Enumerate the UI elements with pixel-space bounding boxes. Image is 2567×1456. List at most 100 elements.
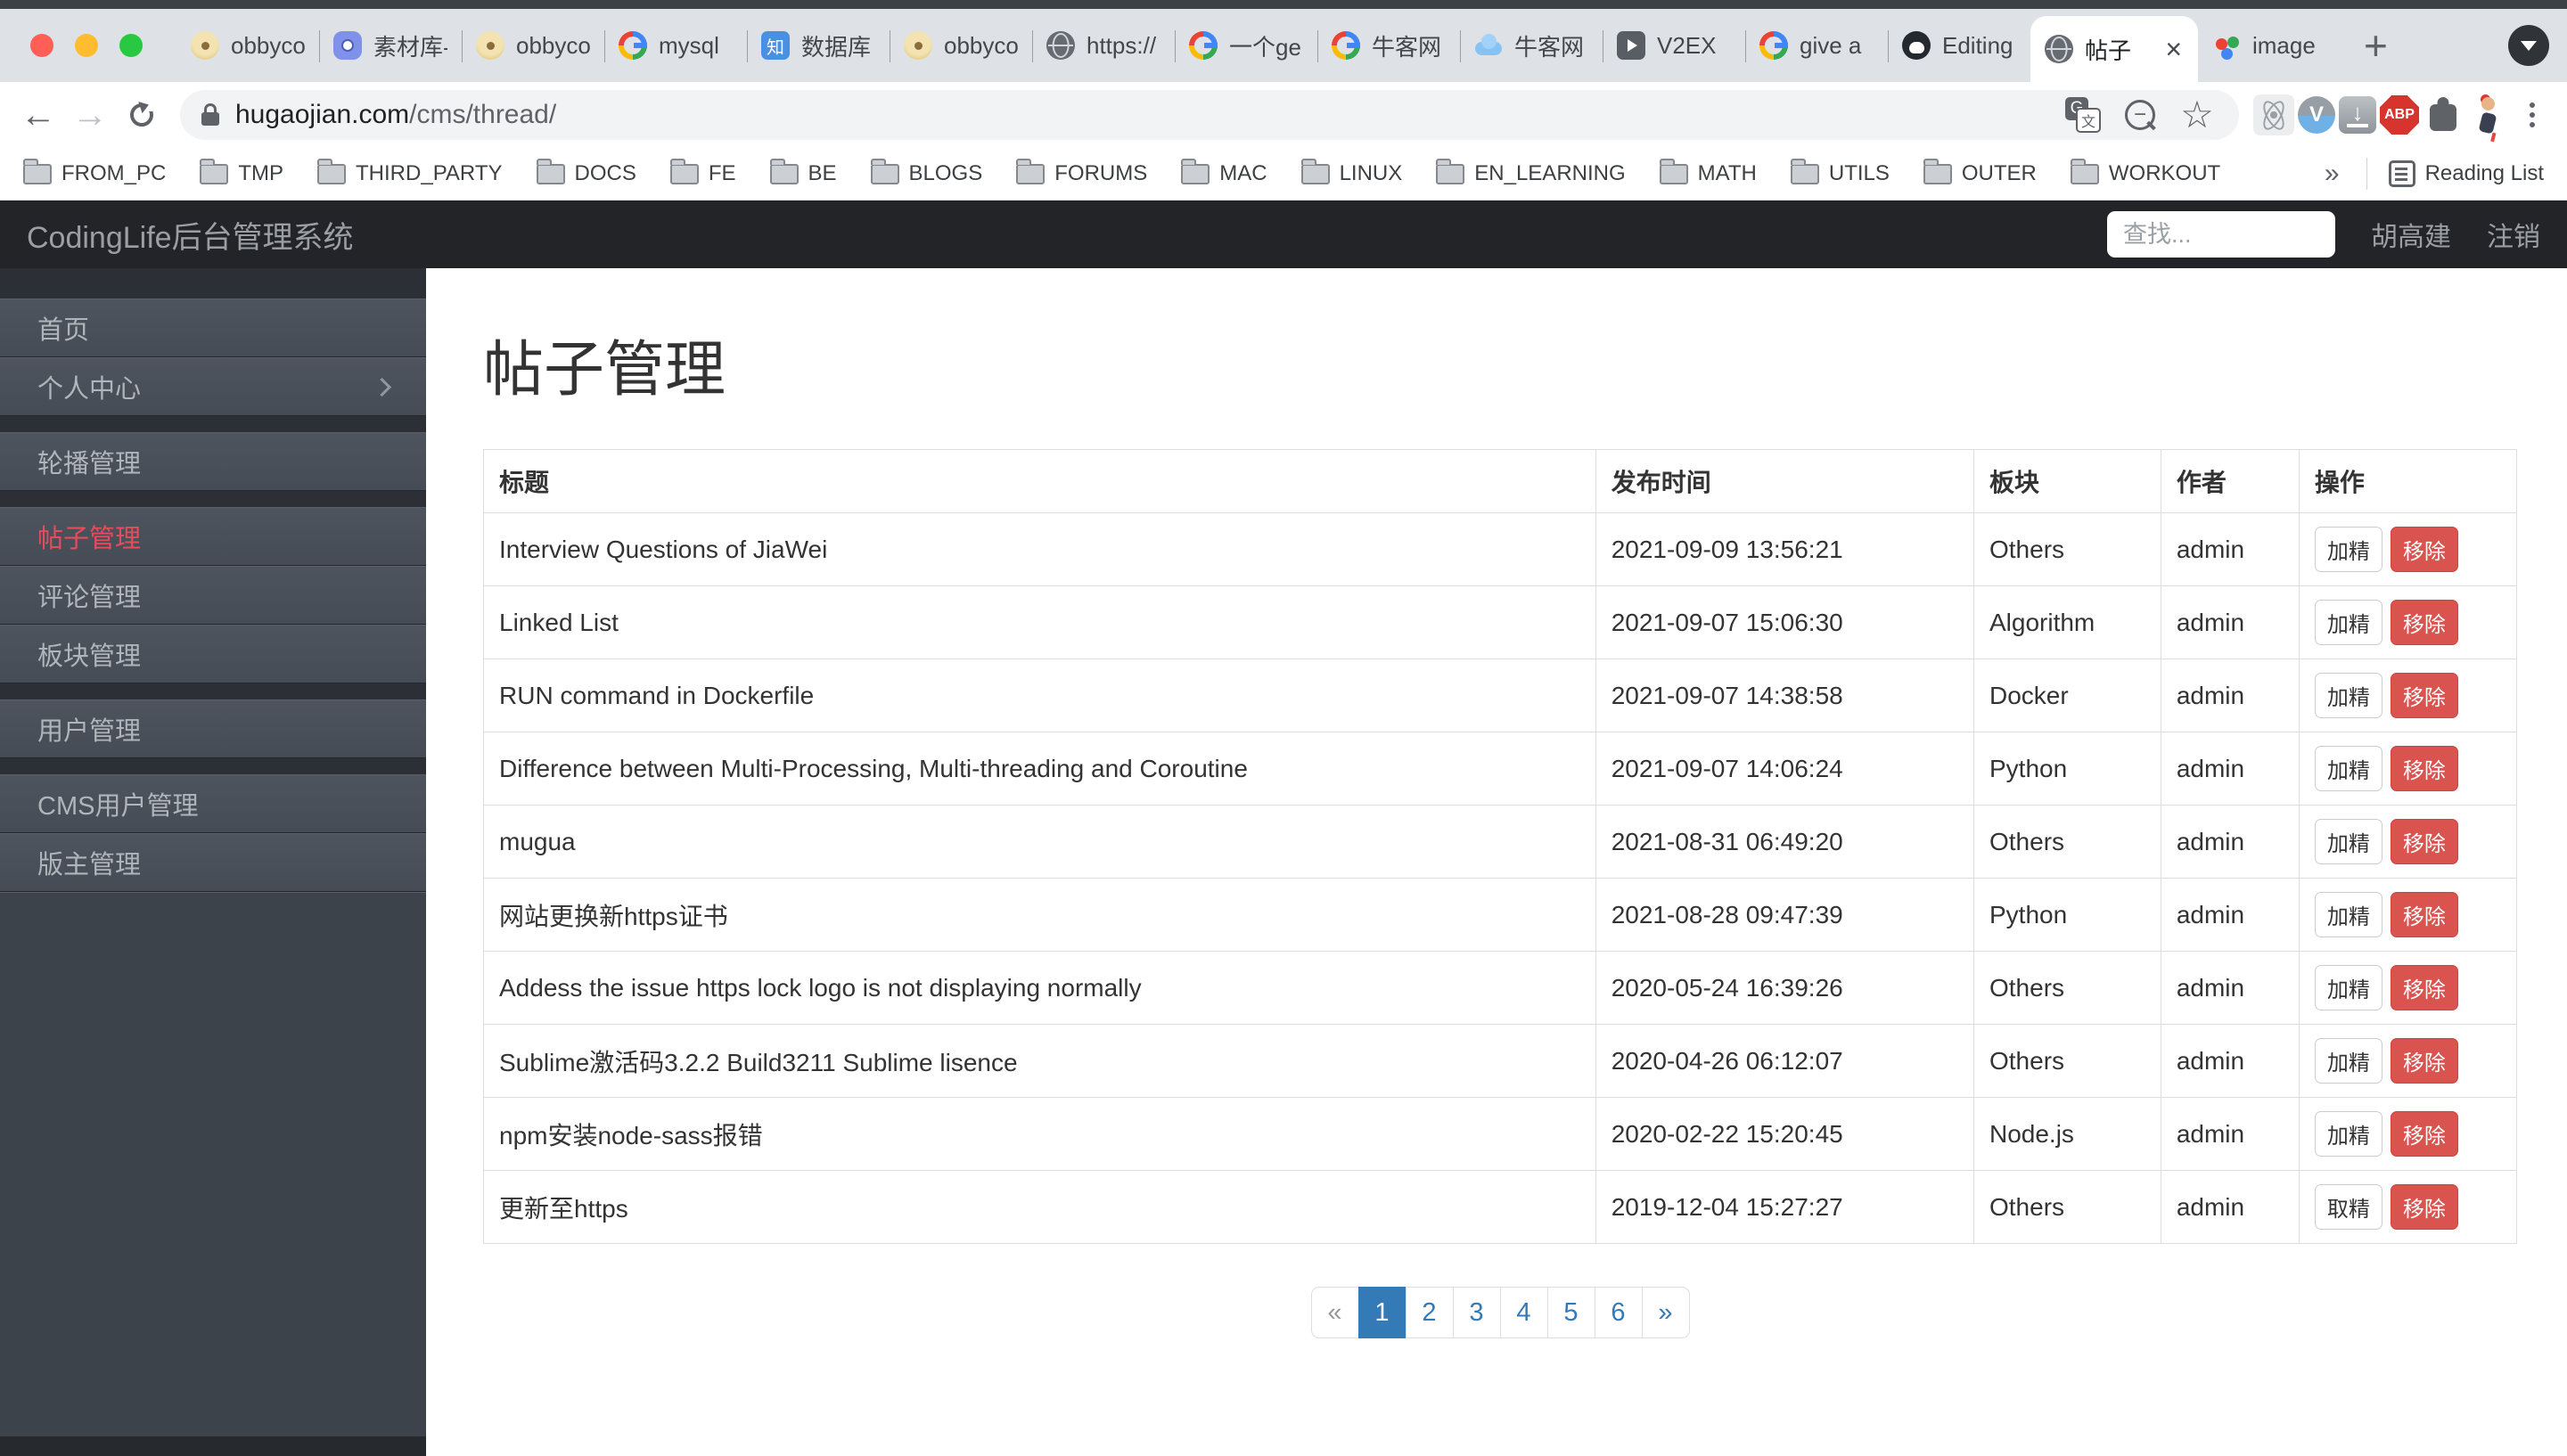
reading-list-button[interactable]: Reading List (2389, 160, 2544, 187)
browser-menu-icon[interactable] (2512, 94, 2553, 135)
sidebar-item[interactable]: 帖子管理 (0, 507, 426, 566)
page-prev[interactable]: « (1311, 1287, 1359, 1338)
tab-close-icon[interactable]: × (2163, 35, 2184, 63)
sidebar-item[interactable]: 首页 (0, 299, 426, 357)
browser-tab[interactable]: 帖子× (2030, 16, 2198, 82)
bookmark-folder[interactable]: BLOGS (871, 161, 983, 186)
v-extension-icon[interactable] (2298, 96, 2335, 134)
tab-search-icon[interactable] (2508, 25, 2549, 66)
remove-button[interactable]: 移除 (2391, 1184, 2458, 1230)
browser-tab[interactable]: Editing (1888, 9, 2030, 82)
feature-button[interactable]: 加精 (2315, 965, 2382, 1010)
window-maximize-button[interactable] (119, 34, 143, 57)
feature-button[interactable]: 加精 (2315, 1111, 2382, 1157)
sidebar-item[interactable]: 个人中心 (0, 357, 426, 416)
feature-button[interactable]: 加精 (2315, 819, 2382, 864)
navbar-search-input[interactable] (2107, 211, 2335, 258)
sidebar-item[interactable]: 用户管理 (0, 699, 426, 758)
sidebar-item[interactable]: 版主管理 (0, 833, 426, 892)
sidebar-item[interactable]: CMS用户管理 (0, 774, 426, 833)
remove-button[interactable]: 移除 (2391, 673, 2458, 718)
browser-tab[interactable]: 素材库- (319, 9, 462, 82)
remove-button[interactable]: 移除 (2391, 746, 2458, 791)
sidebar-item[interactable]: 板块管理 (0, 625, 426, 683)
google-icon (1189, 31, 1218, 60)
page-next[interactable]: » (1642, 1287, 1690, 1338)
remove-button[interactable]: 移除 (2391, 1111, 2458, 1157)
bookmark-folder[interactable]: WORKOUT (2071, 161, 2220, 186)
browser-tab[interactable]: 一个ge (1175, 9, 1317, 82)
reload-icon[interactable] (118, 91, 166, 139)
app-navbar-right: 胡高建 注销 (2107, 211, 2540, 258)
sidebar-item[interactable]: 轮播管理 (0, 432, 426, 491)
page-number[interactable]: 2 (1406, 1287, 1454, 1338)
cell-actions: 加精移除 (2299, 1098, 2516, 1171)
browser-tab[interactable]: 牛客网 (1460, 9, 1603, 82)
bookmark-folder[interactable]: DOCS (537, 161, 636, 186)
bookmark-folder[interactable]: BE (770, 161, 837, 186)
bookmark-folder[interactable]: MATH (1660, 161, 1757, 186)
feature-button[interactable]: 加精 (2315, 1038, 2382, 1084)
remove-button[interactable]: 移除 (2391, 819, 2458, 864)
browser-tab[interactable]: V2EX (1603, 9, 1745, 82)
translate-icon[interactable] (2063, 94, 2104, 135)
bookmark-folder[interactable]: LINUX (1301, 161, 1403, 186)
logout-link[interactable]: 注销 (2487, 215, 2540, 254)
page-number[interactable]: 1 (1358, 1287, 1407, 1338)
page-number[interactable]: 3 (1453, 1287, 1501, 1338)
bookmark-folder[interactable]: EN_LEARNING (1436, 161, 1625, 186)
browser-tab[interactable]: https:// (1032, 9, 1175, 82)
username-link[interactable]: 胡高建 (2371, 215, 2451, 254)
browser-tab[interactable]: 牛客网 (1317, 9, 1460, 82)
bookmark-folder[interactable]: TMP (200, 161, 283, 186)
runner-extension-icon[interactable] (2467, 94, 2508, 135)
remove-button[interactable]: 移除 (2391, 527, 2458, 572)
new-tab-button[interactable]: + (2364, 25, 2388, 66)
feature-button[interactable]: 加精 (2315, 746, 2382, 791)
react-devtools-icon[interactable] (2253, 94, 2294, 135)
bookmarks-overflow-icon[interactable]: » (2319, 159, 2345, 189)
browser-tab[interactable]: obbyco (176, 9, 319, 82)
google-icon (619, 31, 647, 60)
bookmark-folder[interactable]: UTILS (1791, 161, 1890, 186)
bookmark-folder[interactable]: FE (670, 161, 736, 186)
feature-button[interactable]: 加精 (2315, 600, 2382, 645)
extensions-puzzle-icon[interactable] (2423, 94, 2464, 135)
page-number[interactable]: 6 (1595, 1287, 1643, 1338)
remove-button[interactable]: 移除 (2391, 600, 2458, 645)
remove-button[interactable]: 移除 (2391, 965, 2458, 1010)
bookmark-star-icon[interactable]: ☆ (2177, 94, 2218, 135)
cell-time: 2021-08-28 09:47:39 (1595, 879, 1973, 952)
zoom-out-icon[interactable] (2120, 94, 2161, 135)
browser-tab[interactable]: 知数据库 (747, 9, 890, 82)
sidebar-item[interactable]: 评论管理 (0, 566, 426, 625)
forward-icon[interactable]: → (66, 91, 114, 139)
bookmark-folder[interactable]: MAC (1181, 161, 1267, 186)
lock-icon[interactable] (201, 112, 219, 126)
browser-tab[interactable]: obbyco (462, 9, 604, 82)
page-number[interactable]: 5 (1547, 1287, 1595, 1338)
browser-tab[interactable]: image (2198, 9, 2341, 82)
browser-tab[interactable]: mysql (604, 9, 747, 82)
bookmark-folder[interactable]: THIRD_PARTY (317, 161, 502, 186)
download-extension-icon[interactable] (2339, 96, 2376, 134)
back-icon[interactable]: ← (14, 91, 62, 139)
adblock-plus-icon[interactable] (2380, 95, 2419, 135)
app-brand[interactable]: CodingLife后台管理系统 (27, 213, 354, 257)
bookmark-folder[interactable]: FROM_PC (23, 161, 166, 186)
feature-button[interactable]: 加精 (2315, 527, 2382, 572)
google-icon (1332, 31, 1360, 60)
feature-button[interactable]: 加精 (2315, 673, 2382, 718)
window-close-button[interactable] (30, 34, 53, 57)
browser-tab[interactable]: obbyco (890, 9, 1032, 82)
window-minimize-button[interactable] (75, 34, 98, 57)
page-number[interactable]: 4 (1500, 1287, 1548, 1338)
browser-tab[interactable]: give a (1745, 9, 1888, 82)
bookmark-folder[interactable]: OUTER (1923, 161, 2037, 186)
feature-button[interactable]: 取精 (2315, 1184, 2382, 1230)
address-bar[interactable]: hugaojian.com/cms/thread/ ☆ (180, 90, 2239, 140)
remove-button[interactable]: 移除 (2391, 1038, 2458, 1084)
bookmark-folder[interactable]: FORUMS (1016, 161, 1147, 186)
feature-button[interactable]: 加精 (2315, 892, 2382, 937)
remove-button[interactable]: 移除 (2391, 892, 2458, 937)
